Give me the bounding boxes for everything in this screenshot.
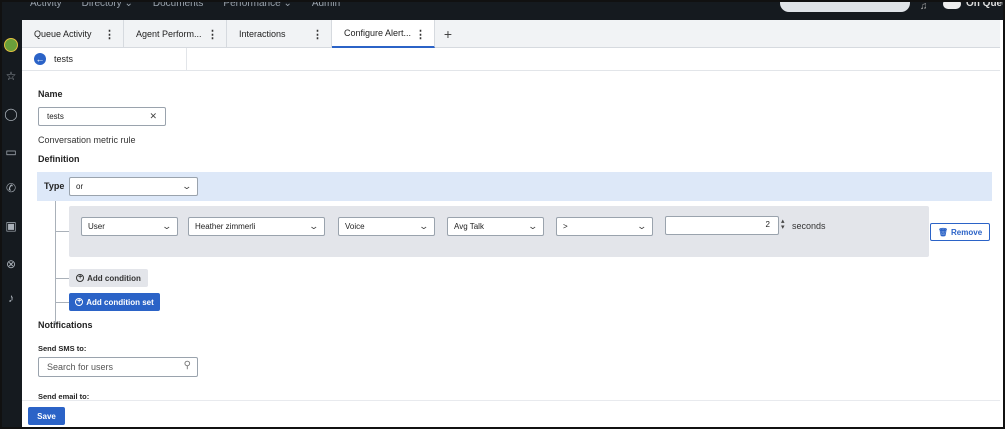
add-condition-button[interactable]: + Add condition [69,269,148,287]
save-button[interactable]: Save [28,407,65,425]
breadcrumb: ← tests [22,48,187,70]
tab-label: Interactions [239,29,286,39]
kebab-menu-icon[interactable]: ⋮ [207,28,218,41]
unit-label: seconds [792,221,826,231]
plus-circle-icon: + [75,298,84,306]
menu-admin[interactable]: Admin [312,2,340,9]
name-input[interactable]: tests ✕ [38,107,166,126]
definition-label: Definition [38,154,80,164]
chevron-down-icon: ⌄ [527,221,539,231]
phone-icon[interactable]: ✆ [3,180,19,196]
top-navigation: Activity Directory ⌄ Documents Performan… [2,0,1003,20]
tree-connector [55,302,69,303]
menu-performance[interactable]: Performance ⌄ [223,2,291,9]
remove-button-label: Remove [951,227,983,237]
metric-select[interactable]: Avg Talk ⌄ [447,217,544,236]
user-avatar[interactable] [4,38,18,52]
divider [22,70,1000,71]
tab-interactions[interactable]: Interactions ⋮ [227,20,332,48]
help-icon[interactable]: ⊗ [3,256,19,272]
stepper-icon[interactable]: ▴ ▾ [781,218,785,231]
tab-agent-performance[interactable]: Agent Perform... ⋮ [124,20,227,48]
media-type-select[interactable]: Voice ⌄ [338,217,435,236]
type-select-value: or [76,182,84,191]
user-select[interactable]: Heather zimmerli ⌄ [188,217,325,236]
sms-search-input[interactable]: Search for users ⚲ [38,357,198,377]
add-condition-set-button[interactable]: + Add condition set [69,293,160,311]
clear-icon[interactable]: ✕ [149,111,157,122]
type-label: Type [44,181,65,191]
entity-select-value: User [88,222,105,231]
video-icon[interactable]: ▭ [3,144,19,160]
kebab-menu-icon[interactable]: ⋮ [312,28,323,41]
plus-circle-icon: + [76,274,85,282]
chevron-down-icon: ⌄ [181,181,193,191]
left-sidebar: ☆ ◯ ▭ ✆ ▣ ⊗ ♪ [2,20,22,427]
app-frame: Activity Directory ⌄ Documents Performan… [0,0,1005,429]
inbox-icon[interactable]: ▣ [3,218,19,234]
notification-bell-icon[interactable]: ♫ [920,2,932,12]
menu-directory[interactable]: Directory ⌄ [82,2,133,9]
tab-label: Configure Alert... [344,28,412,38]
search-icon: ⚲ [183,360,191,371]
breadcrumb-label: tests [54,54,74,64]
menu-documents[interactable]: Documents [153,2,204,9]
voice-icon[interactable]: ♪ [3,290,19,306]
trash-icon: 🗑 [937,227,949,237]
add-tab-button[interactable]: + [435,20,461,48]
rule-type-text: Conversation metric rule [38,135,136,145]
sms-label: Send SMS to: [38,344,87,353]
name-input-value: tests [47,112,64,121]
tab-configure-alert[interactable]: Configure Alert... ⋮ [332,20,435,48]
main-content: Queue Activity ⋮ Agent Perform... ⋮ Inte… [22,20,1000,427]
remove-button[interactable]: 🗑 Remove [930,223,990,241]
tree-connector [55,231,69,232]
kebab-menu-icon[interactable]: ⋮ [104,28,115,41]
threshold-input[interactable]: 2 [665,216,779,235]
sms-search-placeholder: Search for users [47,362,114,372]
type-select[interactable]: or ⌄ [69,177,198,196]
chevron-down-icon: ⌄ [308,221,320,231]
footer-bar: Save [22,400,1000,427]
back-arrow-icon[interactable]: ← [34,53,46,65]
on-queue-toggle[interactable] [943,2,961,9]
chevron-down-icon: ⌄ [418,221,430,231]
tab-label: Agent Perform... [136,29,202,39]
tab-queue-activity[interactable]: Queue Activity ⋮ [22,20,124,48]
entity-select[interactable]: User ⌄ [81,217,178,236]
chevron-down-icon: ⌄ [636,221,648,231]
tab-bar: Queue Activity ⋮ Agent Perform... ⋮ Inte… [22,20,1000,48]
tree-connector [55,201,56,325]
tab-label: Queue Activity [34,29,92,39]
tree-connector [55,278,69,279]
notifications-label: Notifications [38,320,93,330]
add-condition-label: Add condition [87,273,141,283]
user-select-value: Heather zimmerli [195,222,256,231]
operator-select-value: > [563,222,568,231]
save-button-label: Save [37,411,56,421]
menu-activity[interactable]: Activity [30,2,62,9]
kebab-menu-icon[interactable]: ⋮ [415,28,426,41]
chat-icon[interactable]: ◯ [3,106,19,122]
global-search-input[interactable] [780,2,910,12]
name-label: Name [38,89,63,99]
add-condition-set-label: Add condition set [86,297,154,307]
threshold-value: 2 [765,220,770,229]
metric-select-value: Avg Talk [454,222,484,231]
top-menu: Activity Directory ⌄ Documents Performan… [30,2,340,9]
star-icon[interactable]: ☆ [3,68,19,84]
media-type-select-value: Voice [345,222,365,231]
operator-select[interactable]: > ⌄ [556,217,653,236]
queue-status-label: On Queue [966,0,1003,9]
chevron-down-icon: ⌄ [161,221,173,231]
